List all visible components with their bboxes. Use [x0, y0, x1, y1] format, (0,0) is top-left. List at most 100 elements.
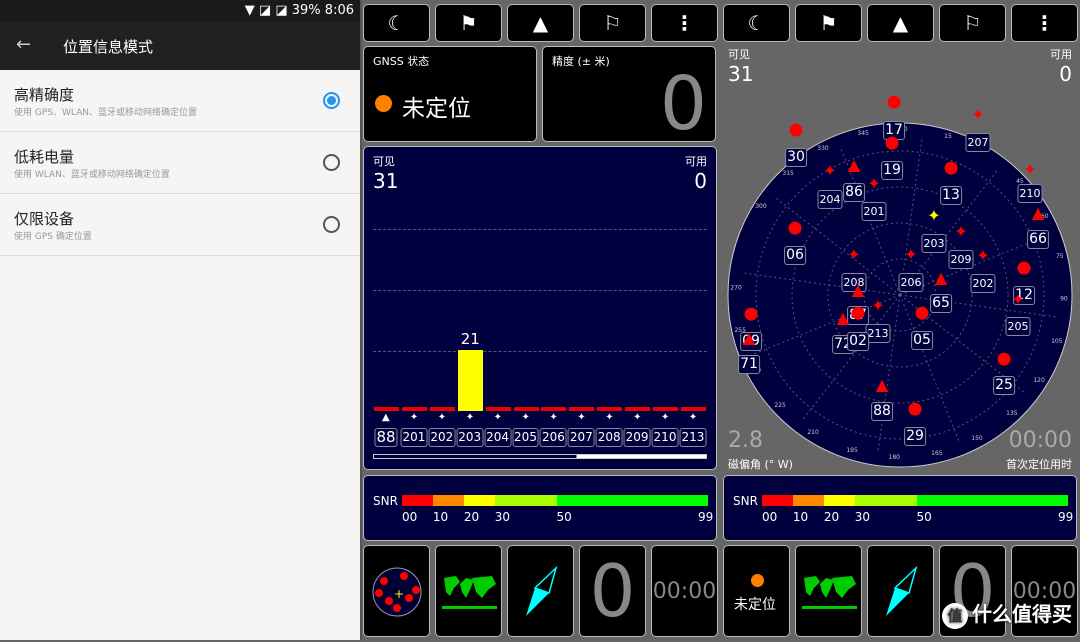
radio-button[interactable] — [323, 92, 340, 109]
world-map-button[interactable] — [795, 545, 862, 637]
flags-icon: ⚐ — [603, 11, 622, 35]
visible-count: 31 — [728, 62, 754, 86]
location-mode-option[interactable]: 仅限设备 使用 GPS 确定位置 — [0, 194, 360, 256]
snr-color-segment — [463, 495, 495, 506]
azimuth-tick: 270 — [730, 284, 742, 291]
satellite-id: 202 — [428, 428, 456, 447]
toolbar-button[interactable]: ☾ — [363, 4, 430, 42]
watermark-logo: 值什么值得买 — [942, 598, 1072, 629]
satellite-label: 66 — [1027, 230, 1049, 249]
snr-legend: SNR 00 10 20 30 50 99 — [363, 475, 717, 541]
snr-color-segment — [762, 495, 793, 506]
toolbar-button[interactable]: ▲ — [867, 4, 934, 42]
satellite-star-icon: ✦ — [954, 222, 968, 241]
compass-button[interactable] — [867, 545, 934, 637]
toolbar-button[interactable]: ⚐ — [579, 4, 646, 42]
satellite-star-icon: ✦ — [823, 161, 837, 180]
scrollbar[interactable] — [373, 454, 707, 459]
satellite-label: 05 — [911, 331, 933, 350]
satellite-id: 207 — [567, 428, 595, 447]
option-subtitle: 使用 GPS 确定位置 — [14, 232, 92, 242]
signal-bar — [374, 407, 399, 411]
toolbar-button[interactable]: ⋮ — [651, 4, 718, 42]
satellite-triangle-icon: ▲ — [875, 375, 889, 394]
satellite-label: 30 — [785, 148, 807, 167]
azimuth-tick: 315 — [782, 170, 794, 177]
star-icon: ✦ — [437, 412, 447, 423]
toolbar-button[interactable]: ⋮ — [1011, 4, 1078, 42]
radio-button[interactable] — [323, 216, 340, 233]
visible-label: 可见 — [728, 48, 750, 61]
no-sim-icon: ◪ — [275, 3, 288, 18]
radio-button[interactable] — [323, 154, 340, 171]
toolbar-button[interactable]: ▲ — [507, 4, 574, 42]
status-dot — [751, 574, 764, 587]
satellite-star-icon: ✦ — [847, 245, 861, 264]
option-title: 高精确度 — [14, 86, 75, 104]
wifi-icon: ▼ — [244, 3, 255, 18]
world-map-button[interactable] — [435, 545, 502, 637]
satellite-label: 209 — [948, 250, 974, 269]
signal-bar — [680, 407, 706, 411]
more-vert-icon: ⋮ — [1034, 11, 1055, 35]
compass-button[interactable] — [507, 545, 574, 637]
gnss-status-card: GNSS 状态 未定位 — [363, 46, 537, 142]
world-map-icon — [802, 576, 857, 609]
satellite-circle-icon: ● — [788, 119, 804, 140]
used-label: 可用 — [1050, 48, 1072, 61]
app-bar: ← 位置信息模式 — [0, 22, 360, 70]
satellite-triangle-icon: ▲ — [934, 268, 948, 287]
moon-icon: ☾ — [387, 11, 406, 35]
satellite-label: 210 — [1017, 184, 1043, 203]
snr-tick: 30 — [494, 510, 510, 524]
star-icon: ✦ — [633, 412, 642, 423]
signal-bar — [541, 407, 567, 411]
azimuth-tick: 180 — [889, 454, 901, 461]
toolbar-button[interactable]: ⚑ — [795, 4, 862, 42]
toolbar-button[interactable]: ⚑ — [435, 4, 502, 42]
satellite-label: 65 — [930, 294, 952, 313]
star-icon: ✦ — [577, 412, 586, 423]
snr-color-segment — [823, 495, 855, 506]
signal-bar — [513, 407, 539, 411]
used-count: 0 — [1059, 62, 1072, 86]
snr-tick: 50 — [916, 510, 932, 524]
snr-tick: 00 — [402, 510, 418, 524]
page-title: 位置信息模式 — [63, 38, 154, 56]
star-icon: ✦ — [409, 412, 419, 423]
used-label: 可用 — [685, 155, 707, 168]
star-icon: ✦ — [521, 412, 530, 423]
toolbar-button[interactable]: ☾ — [723, 4, 790, 42]
satellite-label: 29 — [904, 427, 926, 446]
moon-icon: ☾ — [747, 11, 766, 35]
more-vert-icon: ⋮ — [674, 11, 695, 35]
satellite-label: 206 — [898, 273, 924, 292]
toolbar-button[interactable]: ⚐ — [939, 4, 1006, 42]
satellite-triangle-icon: ▲ — [742, 328, 756, 347]
mid-thumb[interactable]: + — [363, 545, 430, 637]
compass-icon — [526, 565, 558, 616]
satellite-id: 88 — [374, 428, 398, 447]
azimuth-tick: 75 — [1056, 253, 1064, 260]
azimuth-tick: 90 — [1060, 296, 1068, 303]
satellite-circle-icon: ● — [886, 91, 902, 112]
signal-bar — [401, 407, 427, 411]
satellite-id: 210 — [651, 428, 679, 447]
right-thumb[interactable]: 未定位 — [723, 545, 790, 637]
satellite-star-icon: ✦ — [971, 105, 985, 124]
signal-bar — [653, 407, 678, 411]
satellite-id: 208 — [595, 428, 623, 447]
snr-color-segment — [854, 495, 917, 506]
satellite-star-icon: ✦ — [904, 245, 918, 264]
location-mode-option[interactable]: 高精确度 使用 GPS、WLAN、蓝牙或移动网络确定位置 — [0, 70, 360, 132]
grid-line — [373, 229, 707, 230]
azimuth-tick: 150 — [971, 435, 983, 442]
location-mode-option[interactable]: 低耗电量 使用 WLAN、蓝牙或移动网络确定位置 — [0, 132, 360, 194]
snr-color-segment — [556, 495, 708, 506]
snr-label: SNR — [373, 494, 398, 508]
satellite-label: 213 — [865, 324, 891, 343]
accuracy-value: 0 — [659, 61, 707, 147]
satellite-star-icon: ✦ — [1023, 160, 1037, 179]
back-arrow-icon[interactable]: ← — [16, 34, 31, 55]
person-flag-icon: ⚑ — [459, 11, 478, 35]
